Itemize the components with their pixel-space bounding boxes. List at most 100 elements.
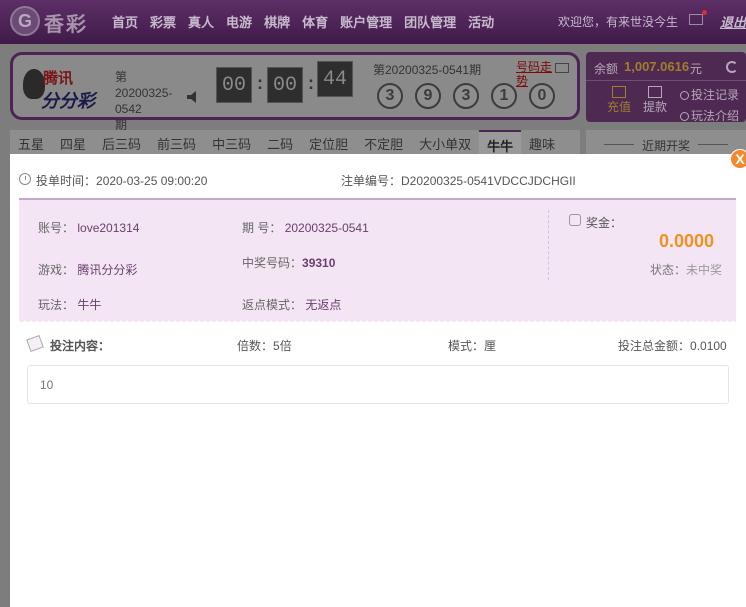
recent-draws-title: 近期开奖 <box>642 139 691 153</box>
rebate-label: 返点模式： <box>242 298 303 312</box>
chart-icon[interactable] <box>555 63 569 73</box>
refresh-icon[interactable] <box>726 61 738 73</box>
winning-number-field: 中奖号码：39310 <box>242 254 335 271</box>
game-header: 腾讯 分分彩 第 20200325-0542 期 00 : 00 : 44 第2… <box>10 52 580 132</box>
status-label: 状态： <box>650 263 687 277</box>
prize-value: 0.0000 <box>659 231 715 251</box>
rules-link[interactable]: 玩法介绍 <box>680 107 739 124</box>
order-number-label: 注单编号： <box>341 174 402 188</box>
tab-quwei[interactable]: 趣味 <box>521 130 563 155</box>
tab-zhongsanma[interactable]: 中三码 <box>204 130 259 155</box>
play-label: 玩法： <box>38 298 75 312</box>
site-logo[interactable]: G 香彩 <box>10 6 95 36</box>
bet-detail-modal: 投单时间：2020-03-25 09:00:20 注单编号：D20200325-… <box>10 154 746 607</box>
logout-link[interactable]: 退出 <box>720 12 746 31</box>
game-logo: 腾讯 分分彩 <box>23 63 111 111</box>
multiple-label: 倍数： <box>237 339 274 353</box>
divider <box>604 144 634 145</box>
game-field: 游戏： 腾讯分分彩 <box>38 261 137 278</box>
detail-panel: 账号： love201314 期 号： 20200325-0541 游戏： 腾讯… <box>19 198 736 325</box>
withdraw-button[interactable]: 提款 <box>642 86 668 114</box>
nav-item-sports[interactable]: 体育 <box>302 12 328 31</box>
timer-hours: 00 <box>216 67 252 103</box>
account-field: 账号： love201314 <box>38 219 139 236</box>
mode-label: 模式： <box>448 339 485 353</box>
game-label: 游戏： <box>38 263 75 277</box>
winning-number-label: 中奖号码： <box>242 256 303 270</box>
bet-content-value: 10 <box>40 378 54 392</box>
main-menu: 首页 彩票 真人 电游 棋牌 体育 账户管理 团队管理 活动 <box>112 12 506 31</box>
bet-time-label: 投单时间： <box>36 174 97 188</box>
account-label: 账号： <box>38 221 75 235</box>
period-field: 期 号： 20200325-0541 <box>242 219 369 236</box>
wallet-icon <box>612 86 626 98</box>
tab-daxiaodanshuang[interactable]: 大小单双 <box>411 130 479 155</box>
bet-record-label: 投注记录 <box>691 88 740 102</box>
play-field: 玩法： 牛牛 <box>38 296 101 313</box>
nav-item-promo[interactable]: 活动 <box>468 12 494 31</box>
mode-value: 厘 <box>484 339 497 353</box>
rebate-field: 返点模式： 无返点 <box>242 296 341 313</box>
logo-text: 香彩 <box>44 14 88 36</box>
notification-dot <box>702 10 707 15</box>
status-value: 未中奖 <box>686 263 723 277</box>
order-number-value: D20200325-0541VDCCJDCHGII <box>401 174 576 188</box>
total-amount-field: 投注总金额：0.0100 <box>618 337 727 354</box>
current-issue: 第 20200325-0542 期 <box>115 69 193 133</box>
speaker-icon[interactable] <box>186 90 202 104</box>
nav-item-team[interactable]: 团队管理 <box>404 12 456 31</box>
total-amount-label: 投注总金额： <box>618 339 691 353</box>
logo-icon: G <box>10 6 40 36</box>
timer-colon: : <box>308 73 314 93</box>
issue-prefix: 第 <box>115 70 128 84</box>
nav-item-slots[interactable]: 电游 <box>226 12 252 31</box>
bet-content-box: 10 <box>27 365 729 404</box>
period-label: 期 号： <box>242 221 282 235</box>
balance-label: 余额 <box>594 62 619 76</box>
tab-housanma[interactable]: 后三码 <box>94 130 149 155</box>
bet-content-label: 投注内容： <box>50 339 111 353</box>
bet-record-link[interactable]: 投注记录 <box>680 86 739 103</box>
order-number: 注单编号：D20200325-0541VDCCJDCHGII <box>341 172 576 189</box>
timer-minutes: 00 <box>267 67 303 103</box>
balance-unit: 元 <box>690 62 703 76</box>
tab-wuxing[interactable]: 五星 <box>10 130 52 155</box>
issue-number: 20200325-0542 <box>115 86 173 116</box>
divider <box>548 210 549 280</box>
tab-budingdan[interactable]: 不定胆 <box>356 130 411 155</box>
draw-ball: 0 <box>529 83 555 109</box>
timer-colon: : <box>257 73 263 93</box>
divider <box>698 144 728 145</box>
multiple-value: 5倍 <box>273 339 292 353</box>
nav-item-live[interactable]: 真人 <box>188 12 214 31</box>
tab-erma[interactable]: 二码 <box>259 130 301 155</box>
bet-time: 投单时间：2020-03-25 09:00:20 <box>36 172 207 189</box>
multiple-field: 倍数：5倍 <box>237 337 292 354</box>
rebate-value: 无返点 <box>305 298 342 312</box>
nav-item-account[interactable]: 账户管理 <box>340 12 392 31</box>
card-icon <box>648 86 662 98</box>
draw-ball: 1 <box>491 83 517 109</box>
mail-icon[interactable] <box>689 14 703 25</box>
clock-icon <box>19 173 31 185</box>
prize-icon <box>569 214 581 226</box>
tab-qiansanma[interactable]: 前三码 <box>149 130 204 155</box>
winning-number-value: 39310 <box>302 256 336 270</box>
recent-draws-header: 近期开奖 <box>586 130 746 156</box>
account-value: love201314 <box>77 221 140 235</box>
tab-dingweidan[interactable]: 定位胆 <box>301 130 356 155</box>
tab-sixing[interactable]: 四星 <box>52 130 94 155</box>
game-value: 腾讯分分彩 <box>77 263 138 277</box>
nav-item-cards[interactable]: 棋牌 <box>264 12 290 31</box>
close-button[interactable]: X <box>730 149 746 169</box>
divider <box>586 80 746 81</box>
help-icon <box>680 112 689 121</box>
tab-niuniu[interactable]: 牛牛 <box>479 130 522 155</box>
bet-time-value: 2020-03-25 09:00:20 <box>96 174 208 188</box>
rules-label: 玩法介绍 <box>691 109 740 123</box>
prize-label: 奖金： <box>586 216 623 230</box>
nav-item-home[interactable]: 首页 <box>112 12 138 31</box>
game-logo-line2: 分分彩 <box>41 91 95 111</box>
nav-item-lottery[interactable]: 彩票 <box>150 12 176 31</box>
charge-button[interactable]: 充值 <box>606 86 632 114</box>
